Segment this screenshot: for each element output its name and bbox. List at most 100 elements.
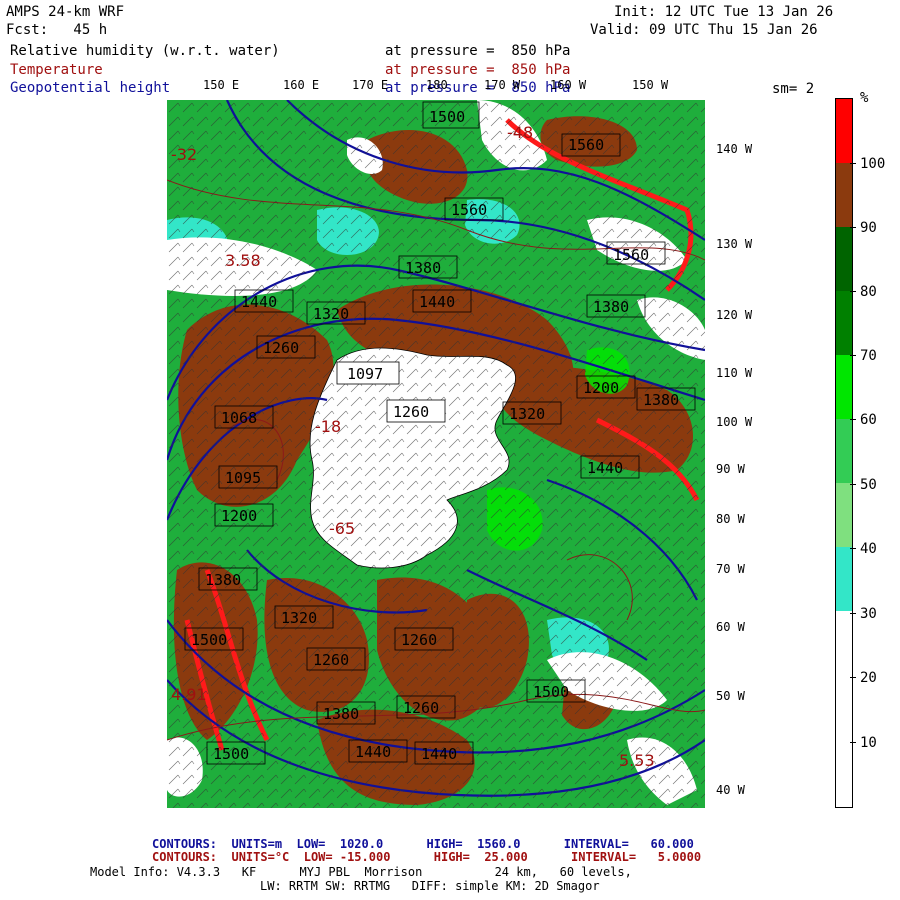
height-label: 1380 [405,259,441,277]
field-rh-level: at pressure = 850 hPa [385,43,571,59]
lon-label-160w: 160 W [550,78,587,92]
temp-label: -32 [171,145,197,164]
temp-label: -48 [507,123,533,142]
colorbar-label-30: 30 [860,606,877,622]
lon-label-170e: 170 E [352,78,389,92]
height-label: 1380 [205,571,241,589]
colorbar-segment [836,227,852,291]
height-label: 1440 [419,293,455,311]
temp-label: -65 [329,519,355,538]
colorbar-segment [836,291,852,355]
lon-label-50w: 50 W [716,689,745,703]
height-label: 1380 [643,391,679,409]
model-title: AMPS 24-km WRF [6,4,125,20]
colorbar-tick [850,484,856,485]
colorbar-label-80: 80 [860,284,877,300]
field-height-name: Geopotential height [10,80,171,96]
rh-colorbar [835,98,853,808]
height-label: 1260 [313,651,349,669]
height-label: 1260 [393,403,429,421]
smoothing-label: sm= 2 [772,81,815,97]
colorbar-label-50: 50 [860,477,877,493]
height-label: 1560 [451,201,487,219]
height-label: 1440 [421,745,457,763]
lon-label-60w: 60 W [716,620,745,634]
lon-label-100w: 100 W [716,415,753,429]
lon-label-150w: 150 W [632,78,669,92]
colorbar-unit: % [860,90,869,106]
lon-label-70w: 70 W [716,562,745,576]
temp-label: 3.58 [225,251,261,270]
colorbar-tick [850,227,856,228]
colorbar-tick [850,548,856,549]
colorbar-tick [850,291,856,292]
colorbar-segment [836,419,852,483]
valid-time: Valid: 09 UTC Thu 15 Jan 26 [590,22,818,38]
colorbar-label-90: 90 [860,220,877,236]
model-info-line2: LW: RRTM SW: RRTMG DIFF: simple KM: 2D S… [260,879,600,893]
height-label: 1200 [221,507,257,525]
colorbar-label-100: 100 [860,156,886,172]
height-label: 1380 [323,705,359,723]
colorbar-label-10: 10 [860,735,877,751]
lon-label-40w: 40 W [716,783,745,797]
height-label: 1260 [263,339,299,357]
init-time: Init: 12 UTC Tue 13 Jan 26 [614,4,834,20]
height-label: 1500 [213,745,249,763]
colorbar-segment [836,355,852,419]
height-label: 1500 [429,108,465,126]
lon-label-170w: 170 W [484,78,521,92]
field-height-level: at pressure = 850 hPa [385,80,571,96]
height-label: 1380 [593,298,629,316]
lon-label-90w: 90 W [716,462,745,476]
colorbar-tick [850,355,856,356]
colorbar-segment [836,163,852,227]
height-label: 1440 [587,459,623,477]
height-label: 1260 [401,631,437,649]
lon-label-120w: 120 W [716,308,753,322]
field-temp-name: Temperature [10,62,103,78]
temp-label: 4.91 [171,685,207,704]
colorbar-segment [836,99,852,163]
field-temp-level: at pressure = 850 hPa [385,62,571,78]
height-label: 1260 [403,699,439,717]
colorbar-label-40: 40 [860,541,877,557]
height-label: 1320 [313,305,349,323]
height-label: 1095 [225,469,261,487]
lon-label-160e: 160 E [283,78,320,92]
colorbar-segment [836,483,852,547]
rh-temperature-height-map: 1500 1560 1560 1560 1380 1440 1440 1320 … [167,100,705,808]
height-label: 1097 [347,365,383,383]
height-label: 1560 [613,246,649,264]
temp-contour-info: CONTOURS: UNITS=°C LOW= -15.000 HIGH= 25… [152,850,702,864]
field-rh-name: Relative humidity (w.r.t. water) [10,43,280,59]
lon-label-140w: 140 W [716,142,753,156]
model-info-line1: Model Info: V4.3.3 KF MYJ PBL Morrison 2… [90,865,632,879]
colorbar-tick [850,677,856,678]
height-label: 1500 [191,631,227,649]
lon-label-180: 180 [426,78,448,92]
lon-label-80w: 80 W [716,512,745,526]
height-label: 1440 [241,293,277,311]
colorbar-tick [850,742,856,743]
lon-label-130w: 130 W [716,237,753,251]
colorbar-tick [850,613,856,614]
lon-label-110w: 110 W [716,366,753,380]
lon-label-150e: 150 E [203,78,240,92]
colorbar-label-60: 60 [860,412,877,428]
colorbar-label-20: 20 [860,670,877,686]
height-label: 1320 [281,609,317,627]
temp-label: -18 [315,417,341,436]
height-label: 1500 [533,683,569,701]
colorbar-tick [850,419,856,420]
height-label: 1560 [568,136,604,154]
height-label: 1068 [221,409,257,427]
colorbar-tick [850,163,856,164]
height-label: 1440 [355,743,391,761]
height-label: 1200 [583,379,619,397]
temp-label: 5.53 [619,751,655,770]
colorbar-segment [836,611,852,807]
forecast-hour: Fcst: 45 h [6,22,108,38]
height-label: 1320 [509,405,545,423]
colorbar-label-70: 70 [860,348,877,364]
